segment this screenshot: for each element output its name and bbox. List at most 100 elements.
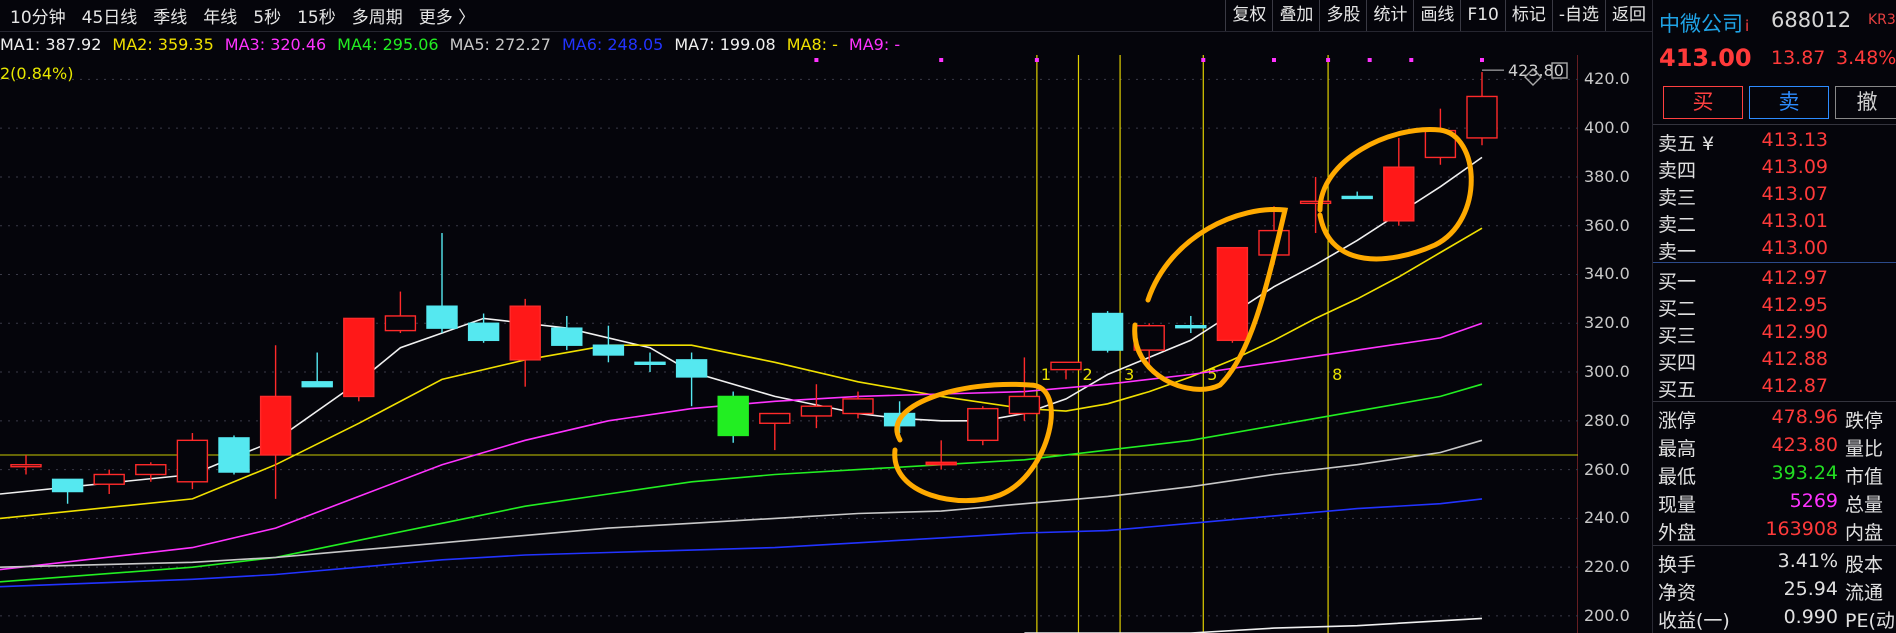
- candle-body: [1341, 195, 1373, 200]
- candle: [1175, 315, 1207, 334]
- tool-button[interactable]: F10: [1460, 0, 1504, 31]
- ma-legend: MA1: 387.92 MA2: 359.35 MA3: 320.46 MA4: 29…: [0, 33, 911, 55]
- candle-body: [1175, 325, 1207, 329]
- tool-buttons: 复权 叠加 多股 统计 画线 F10 标记 -自选 返回: [1225, 0, 1652, 31]
- ma-legend-item: MA8: -: [786, 34, 838, 54]
- book-label: 买四: [1658, 352, 1697, 374]
- candle: [967, 406, 999, 446]
- stock-tag: KR3: [1868, 12, 1896, 28]
- book-label: 卖二: [1658, 214, 1697, 236]
- book-row[interactable]: 买一 412.97: [1653, 264, 1896, 293]
- book-row[interactable]: 买三 412.90: [1653, 318, 1896, 347]
- period-tab[interactable]: 年线: [203, 3, 237, 28]
- price-axis: 420.0 400.0 380.0 360.0 340.0 320.0 300.0 280.0…: [1578, 55, 1652, 633]
- period-tab[interactable]: 15秒: [297, 3, 336, 28]
- period-tab[interactable]: 10分钟: [10, 3, 66, 28]
- marker-label: 8: [1332, 365, 1342, 384]
- stat-label: 净资: [1658, 582, 1697, 604]
- ma-legend-item: MA3: 320.46: [224, 34, 327, 54]
- candlestick-chart[interactable]: 1 2 3 5 8423.80: [0, 55, 1578, 633]
- period-tab[interactable]: 季线: [153, 3, 187, 28]
- candle-body: [51, 478, 84, 493]
- book-label: 卖五 ¥: [1658, 133, 1715, 155]
- ask-book: 卖五 ¥ 413.13 卖四 413.09 卖三 413.07 卖二 413.01 卖一 413.…: [1653, 126, 1896, 263]
- tool-button[interactable]: 叠加: [1272, 0, 1319, 31]
- candle-body: [384, 315, 417, 332]
- book-row[interactable]: 卖四 413.09: [1653, 153, 1896, 182]
- stat-label: 收益(一): [1658, 610, 1730, 632]
- candle-body: [592, 344, 625, 356]
- book-label: 卖一: [1658, 241, 1697, 263]
- candle-body: [1091, 312, 1124, 351]
- signal-dot: [814, 58, 819, 62]
- stock-name[interactable]: 中微公司 i: [1659, 8, 1749, 38]
- candle: [551, 315, 583, 351]
- y-tick-label: 320.0: [1584, 313, 1630, 333]
- stat-label: 现量: [1658, 494, 1697, 516]
- candle-body: [259, 395, 292, 456]
- period-tab[interactable]: 多周期: [352, 3, 403, 28]
- book-price: 413.13: [1761, 129, 1828, 151]
- book-row[interactable]: 买五 412.87: [1653, 372, 1896, 401]
- stat-label-2: PE(动): [1845, 610, 1896, 632]
- candle: [51, 478, 84, 504]
- book-label: 卖三: [1658, 187, 1697, 209]
- candle-body: [967, 407, 999, 442]
- signal-dot: [1326, 58, 1331, 62]
- ma-legend-item: MA2: 359.35: [112, 34, 214, 54]
- book-row[interactable]: 卖五 ¥ 413.13: [1653, 126, 1896, 155]
- y-tick-label: 300.0: [1584, 362, 1630, 382]
- candle-body: [218, 437, 250, 473]
- period-tab[interactable]: 5秒: [253, 3, 281, 28]
- stat-value: 5269: [1789, 490, 1838, 512]
- tool-button[interactable]: -自选: [1551, 0, 1605, 31]
- tool-button[interactable]: 返回: [1605, 0, 1652, 31]
- book-price: 413.01: [1761, 210, 1828, 232]
- candle: [1424, 108, 1457, 165]
- sell-button[interactable]: 卖: [1749, 86, 1829, 119]
- stat-row: 收益(一) 0.990 PE(动): [1653, 603, 1896, 632]
- stat-label: 最低: [1658, 466, 1697, 488]
- candle: [10, 454, 42, 475]
- book-row[interactable]: 买四 412.88: [1653, 345, 1896, 374]
- stat-row: 换手 3.41% 股本: [1653, 547, 1896, 576]
- book-row[interactable]: 卖二 413.01: [1653, 207, 1896, 236]
- candle: [800, 384, 833, 429]
- price-change-pct: 3.48%: [1836, 47, 1896, 69]
- stat-label-2: 市值: [1845, 466, 1884, 488]
- y-tick-label: 260.0: [1584, 459, 1630, 479]
- candle-body: [634, 361, 666, 365]
- book-row[interactable]: 卖一 413.00: [1653, 234, 1896, 263]
- buy-button[interactable]: 买: [1663, 86, 1743, 119]
- stat-value: 393.24: [1771, 462, 1838, 484]
- period-tab[interactable]: 更多 〉: [419, 3, 475, 28]
- stat-label-2: 内盘: [1845, 522, 1884, 544]
- candle-body: [1299, 200, 1332, 205]
- period-tab[interactable]: 45日线: [82, 3, 138, 28]
- stat-row: 涨停 478.96 跌停: [1653, 403, 1896, 432]
- book-row[interactable]: 买二 412.95: [1653, 291, 1896, 320]
- candle: [717, 391, 749, 443]
- candle-body: [1216, 246, 1249, 342]
- candle-body: [467, 322, 500, 342]
- candle: [176, 433, 209, 490]
- tool-button[interactable]: 标记: [1504, 0, 1552, 31]
- ma-line-ma7: [1024, 617, 1483, 633]
- tool-button[interactable]: 统计: [1366, 0, 1413, 31]
- y-tick-label: 220.0: [1584, 557, 1630, 577]
- candle: [675, 352, 708, 407]
- candle: [1466, 72, 1498, 146]
- signal-dot: [1272, 58, 1276, 62]
- book-price: 413.07: [1761, 183, 1828, 205]
- book-row[interactable]: 卖三 413.07: [1653, 180, 1896, 209]
- stat-value: 0.990: [1783, 606, 1838, 628]
- y-tick-label: 200.0: [1584, 605, 1630, 625]
- tool-button[interactable]: 多股: [1319, 0, 1366, 31]
- cancel-button[interactable]: 撤: [1835, 86, 1896, 119]
- high-annotation: 423.80: [1508, 61, 1564, 80]
- tool-button[interactable]: 画线: [1413, 0, 1460, 31]
- tool-button[interactable]: 复权: [1225, 0, 1272, 31]
- book-price: 412.97: [1761, 267, 1828, 289]
- candle-body: [1008, 395, 1041, 415]
- quote-panel: 中微公司 i 688012 KR3 413.00 13.87 3.48% 买 卖 …: [1652, 0, 1896, 633]
